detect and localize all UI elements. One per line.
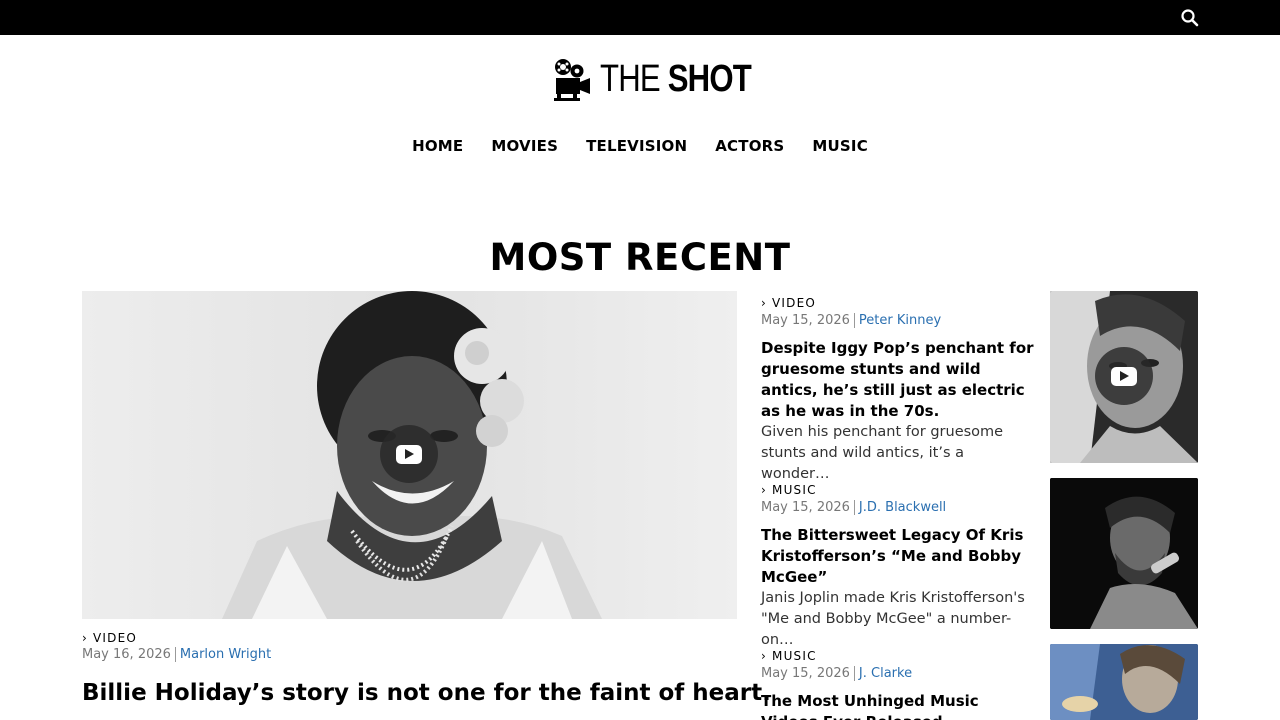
logo-text-the: THE [600,58,668,100]
meta-divider [174,647,176,662]
article-date: May 15, 2026 [761,500,850,515]
article-headline[interactable]: The Bittersweet Legacy Of Kris Kristoffe… [761,525,1036,588]
site-logo[interactable]: THE SHOT [554,56,784,102]
article-thumbnail[interactable] [1050,478,1198,629]
article-thumbnail[interactable] [1050,644,1198,720]
feature-date: May 16, 2026 [82,647,171,662]
section-title: MOST RECENT [489,236,791,279]
article-item: › MUSIC May 15, 2026 J.D. Blackwell The … [761,483,1036,651]
article-headline[interactable]: The Most Unhinged Music Videos Ever Rele… [761,691,1036,720]
play-icon [1120,371,1129,381]
article-thumbnail[interactable] [1050,291,1198,463]
article-excerpt: Janis Joplin made Kris Kristofferson's "… [761,590,1025,648]
logo-wordmark: THE SHOT [600,56,752,102]
nav-item-music[interactable]: MUSIC [812,137,868,155]
meta-divider [853,500,855,515]
article-item: › MUSIC May 15, 2026 J. Clarke The Most … [761,649,1036,720]
article-category[interactable]: › VIDEO [761,296,1036,310]
logo-text-shot: SHOT [667,58,752,100]
main-nav: HOME MOVIES TELEVISION ACTORS MUSIC [0,137,1280,155]
article-meta: May 15, 2026 J.D. Blackwell [761,500,1036,515]
meta-divider [853,313,855,328]
search-button[interactable] [1180,8,1200,28]
nav-item-home[interactable]: HOME [412,137,463,155]
article-category[interactable]: › MUSIC [761,483,1036,497]
top-bar [0,0,1280,35]
article-author-link[interactable]: J. Clarke [859,666,912,681]
play-icon [405,449,414,459]
article-excerpt: Given his penchant for gruesome stunts a… [761,424,1004,482]
feature-headline[interactable]: Billie Holiday’s story is not one for th… [82,678,771,708]
feature-image[interactable] [82,291,737,619]
feature-author-link[interactable]: Marlon Wright [180,647,271,662]
article-date: May 15, 2026 [761,666,850,681]
feature-meta: May 16, 2026 Marlon Wright [82,647,271,662]
meta-divider [853,666,855,681]
article-item: › VIDEO May 15, 2026 Peter Kinney Despit… [761,296,1036,485]
article-date: May 15, 2026 [761,313,850,328]
feature-category[interactable]: › VIDEO [82,631,137,645]
nav-item-movies[interactable]: MOVIES [491,137,558,155]
article-headline[interactable]: Despite Iggy Pop’s penchant for gruesome… [761,338,1036,422]
play-button[interactable] [1095,347,1153,405]
article-meta: May 15, 2026 J. Clarke [761,666,1036,681]
article-author-link[interactable]: J.D. Blackwell [859,500,946,515]
nav-item-actors[interactable]: ACTORS [715,137,784,155]
article-meta: May 15, 2026 Peter Kinney [761,313,1036,328]
article-category[interactable]: › MUSIC [761,649,1036,663]
search-icon [1181,9,1199,27]
film-camera-icon [554,59,590,101]
nav-item-television[interactable]: TELEVISION [586,137,687,155]
article-author-link[interactable]: Peter Kinney [859,313,941,328]
play-button[interactable] [380,425,438,483]
